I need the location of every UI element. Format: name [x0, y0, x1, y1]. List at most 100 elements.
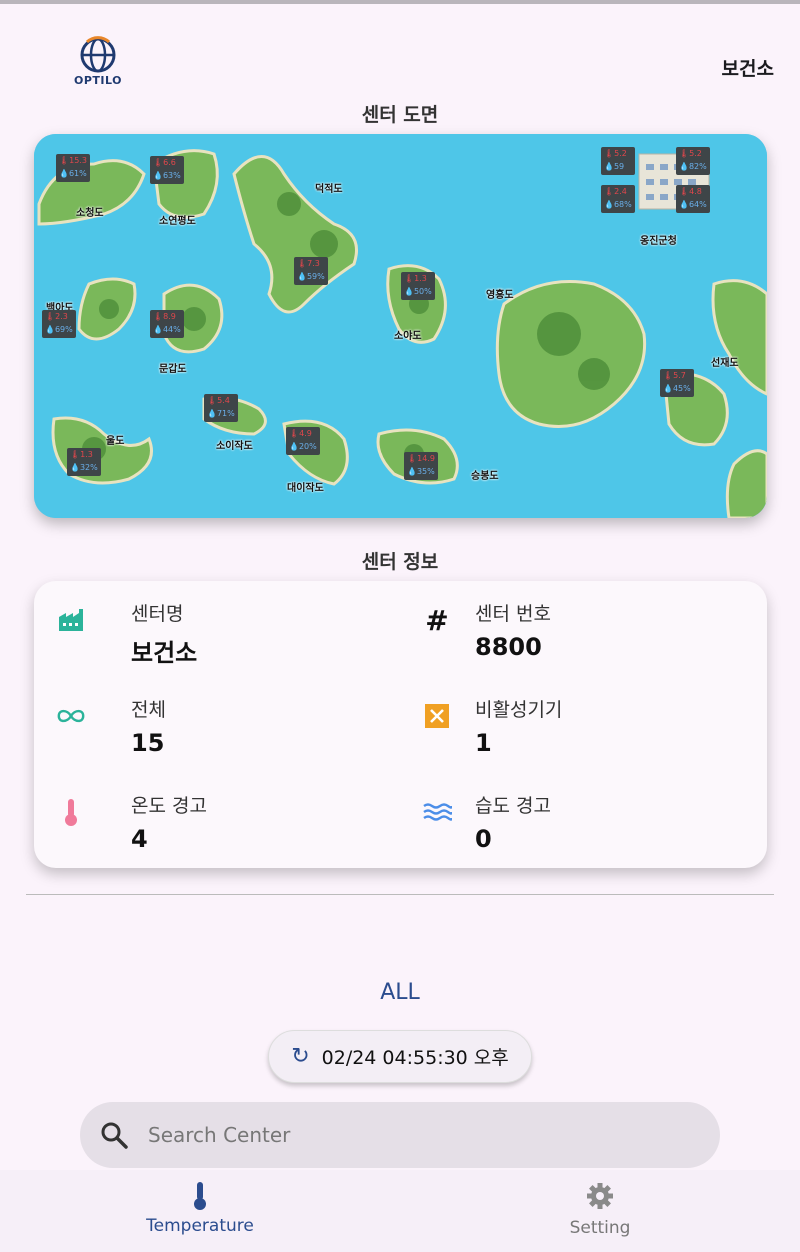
- sensor-humidity: 💧68%: [604, 200, 632, 209]
- sensor-marker[interactable]: 🌡1.3 💧50%: [401, 272, 435, 300]
- sensor-marker[interactable]: 🌡1.3 💧32%: [67, 448, 101, 476]
- info-value: 15: [131, 729, 165, 757]
- bottom-nav: Temperature Setting: [0, 1170, 800, 1252]
- sensor-humidity: 💧35%: [407, 467, 435, 476]
- sensor-temp: 🌡5.4: [207, 396, 230, 405]
- sensor-humidity: 💧45%: [663, 384, 691, 393]
- sensor-temp: 🌡1.3: [70, 450, 93, 459]
- info-temp-warning: 온도 경고 4: [56, 773, 356, 853]
- close-box-icon: [422, 701, 452, 731]
- sensor-marker[interactable]: 🌡7.3 💧59%: [294, 257, 328, 285]
- info-section-title: 센터 정보: [361, 551, 439, 573]
- sensor-marker[interactable]: 🌡5.2 💧59: [601, 147, 635, 175]
- header-center-name: 보건소: [721, 58, 774, 80]
- gear-icon: [587, 1183, 613, 1209]
- island-label: 옹진군청: [640, 236, 677, 247]
- sensor-humidity: 💧71%: [207, 409, 235, 418]
- map-section-title: 센터 도면: [361, 104, 439, 126]
- island-label: 소연평도: [159, 216, 196, 227]
- island-label: 소청도: [76, 208, 104, 219]
- info-label: 온도 경고: [131, 795, 207, 817]
- info-value: 0: [475, 825, 492, 853]
- sensor-temp: 🌡4.8: [679, 187, 702, 196]
- sensor-humidity: 💧63%: [153, 171, 181, 180]
- sensor-marker[interactable]: 🌡4.9 💧20%: [286, 427, 320, 455]
- island-label: 승봉도: [471, 471, 499, 482]
- info-label: 센터 번호: [475, 603, 551, 625]
- hash-icon: #: [425, 603, 449, 637]
- sensor-marker[interactable]: 🌡15.3 💧61%: [56, 154, 90, 182]
- sensor-marker[interactable]: 🌡5.2 💧82%: [676, 147, 710, 175]
- sensor-marker[interactable]: 🌡14.9 💧35%: [404, 452, 438, 480]
- sensor-humidity: 💧44%: [153, 325, 181, 334]
- globe-icon: [80, 36, 116, 73]
- center-map[interactable]: 소청도 소연평도 덕적도 백아도 문갑도 울도 소이작도 대이작도 소야도 영흥…: [34, 134, 767, 518]
- sensor-temp: 🌡6.6: [153, 158, 176, 167]
- factory-icon: [56, 605, 86, 635]
- info-label: 센터명: [131, 603, 184, 625]
- sensor-marker[interactable]: 🌡2.3 💧69%: [42, 310, 76, 338]
- brand-name: OPTILO: [74, 74, 122, 87]
- info-total: 전체 15: [56, 677, 356, 757]
- sensor-marker[interactable]: 🌡6.6 💧63%: [150, 156, 184, 184]
- center-info-card: 센터명 보건소 # 센터 번호 8800 전체 15 비활성기기 1 온도 경고…: [34, 581, 767, 868]
- divider: [26, 894, 774, 895]
- sensor-humidity: 💧59%: [297, 272, 325, 281]
- island-label: 영흥도: [486, 290, 514, 301]
- filter-all-button[interactable]: ALL: [0, 980, 800, 1005]
- island-label: 덕적도: [315, 184, 343, 195]
- sensor-marker[interactable]: 🌡2.4 💧68%: [601, 185, 635, 213]
- sensor-humidity: 💧69%: [45, 325, 73, 334]
- infinity-icon: [56, 701, 86, 731]
- info-label: 전체: [131, 699, 166, 721]
- sensor-temp: 🌡5.2: [604, 149, 627, 158]
- waves-icon: [422, 797, 452, 827]
- island-label: 선재도: [711, 358, 739, 369]
- sensor-temp: 🌡1.3: [404, 274, 427, 283]
- sensor-humidity: 💧32%: [70, 463, 98, 472]
- sensor-temp: 🌡5.7: [663, 371, 686, 380]
- sensor-temp: 🌡7.3: [297, 259, 320, 268]
- sensor-temp: 🌡4.9: [289, 429, 312, 438]
- sensor-humidity: 💧20%: [289, 442, 317, 451]
- island-label: 문갑도: [159, 364, 187, 375]
- info-center-number: # 센터 번호 8800: [422, 581, 722, 661]
- sensor-marker[interactable]: 🌡5.4 💧71%: [204, 394, 238, 422]
- info-label: 습도 경고: [475, 795, 551, 817]
- refresh-timestamp: 02/24 04:55:30 오후: [321, 1047, 509, 1069]
- info-inactive: 비활성기기 1: [422, 677, 722, 757]
- sensor-temp: 🌡14.9: [407, 454, 435, 463]
- status-strip: [0, 0, 800, 4]
- thermometer-icon: [56, 797, 86, 827]
- search-bar[interactable]: [80, 1102, 720, 1168]
- refresh-button[interactable]: ↻ 02/24 04:55:30 오후: [268, 1030, 532, 1083]
- nav-label: Temperature: [146, 1216, 254, 1236]
- island-label: 울도: [106, 436, 125, 447]
- optilo-logo: OPTILO: [70, 36, 126, 92]
- island-label: 대이작도: [287, 483, 324, 494]
- sensor-temp: 🌡2.3: [45, 312, 68, 321]
- nav-temperature[interactable]: Temperature: [0, 1170, 400, 1252]
- sensor-marker[interactable]: 🌡5.7 💧45%: [660, 369, 694, 397]
- sensor-marker[interactable]: 🌡4.8 💧64%: [676, 185, 710, 213]
- sensor-temp: 🌡2.4: [604, 187, 627, 196]
- sensor-marker[interactable]: 🌡8.9 💧44%: [150, 310, 184, 338]
- sensor-temp: 🌡15.3: [59, 156, 87, 165]
- island-map-image: [34, 134, 767, 518]
- search-input[interactable]: [148, 1102, 688, 1168]
- info-value: 보건소: [131, 639, 198, 667]
- sensor-humidity: 💧82%: [679, 162, 707, 171]
- info-value: 1: [475, 729, 492, 757]
- island-label: 소이작도: [216, 441, 253, 452]
- info-value: 8800: [475, 633, 542, 661]
- refresh-icon: ↻: [291, 1044, 310, 1069]
- sensor-humidity: 💧64%: [679, 200, 707, 209]
- sensor-humidity: 💧61%: [59, 169, 87, 178]
- nav-setting[interactable]: Setting: [400, 1170, 800, 1252]
- info-label: 비활성기기: [475, 699, 563, 721]
- sensor-humidity: 💧59: [604, 162, 625, 171]
- nav-label: Setting: [569, 1218, 631, 1238]
- sensor-temp: 🌡8.9: [153, 312, 176, 321]
- island-label: 소야도: [394, 331, 422, 342]
- info-value: 4: [131, 825, 148, 853]
